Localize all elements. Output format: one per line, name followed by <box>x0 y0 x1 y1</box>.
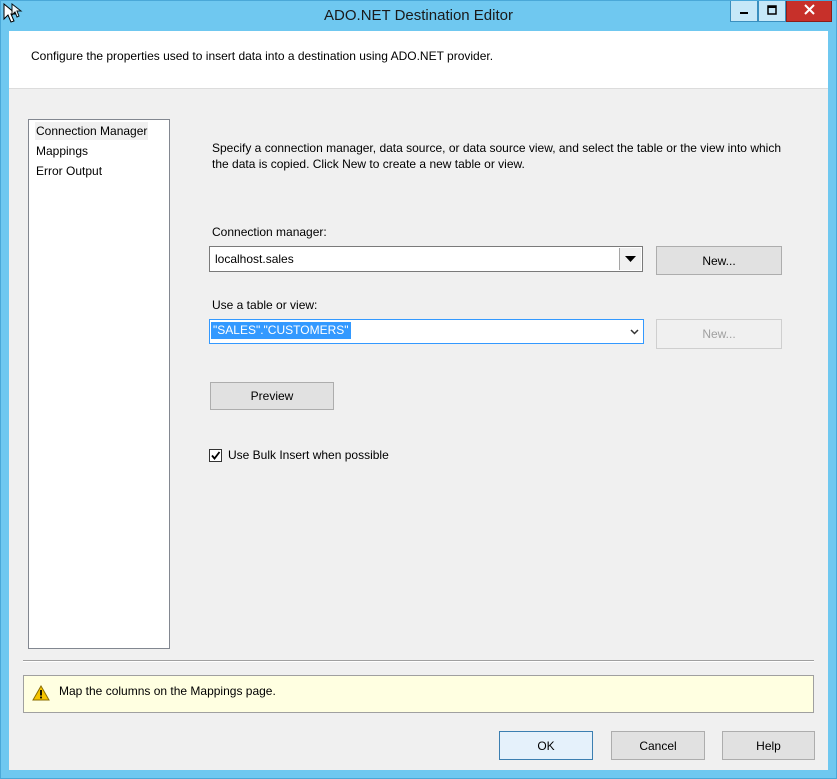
nav-item-error-output[interactable]: Error Output <box>35 162 103 180</box>
cancel-button[interactable]: Cancel <box>611 731 705 760</box>
dialog-client-area: Configure the properties used to insert … <box>9 31 828 770</box>
dialog-header: Configure the properties used to insert … <box>9 31 828 89</box>
table-or-view-value: "SALES"."CUSTOMERS" <box>211 322 351 339</box>
chevron-down-icon[interactable] <box>628 320 640 343</box>
status-message-bar: Map the columns on the Mappings page. <box>23 675 814 713</box>
minimize-button[interactable] <box>730 1 758 22</box>
help-button[interactable]: Help <box>722 731 815 760</box>
page-nav-list: Connection Manager Mappings Error Output <box>28 119 170 649</box>
minimize-icon <box>739 4 749 18</box>
new-connection-button[interactable]: New... <box>656 246 782 275</box>
header-description: Configure the properties used to insert … <box>31 49 494 63</box>
ok-button[interactable]: OK <box>499 731 593 760</box>
close-button[interactable] <box>786 1 832 22</box>
new-table-button[interactable]: New... <box>656 319 782 349</box>
nav-item-mappings[interactable]: Mappings <box>35 142 89 160</box>
dialog-window: ADO.NET Destination Editor Configure the… <box>0 0 837 779</box>
warning-icon <box>32 684 50 704</box>
bulk-insert-checkbox[interactable] <box>209 448 222 462</box>
preview-button[interactable]: Preview <box>210 382 334 410</box>
connection-manager-value: localhost.sales <box>215 252 294 266</box>
status-message: Map the columns on the Mappings page. <box>59 684 276 698</box>
instruction-text: Specify a connection manager, data sourc… <box>212 141 781 171</box>
footer-separator <box>23 660 814 662</box>
table-or-view-label: Use a table or view: <box>212 298 318 312</box>
dropdown-arrow-icon[interactable] <box>619 248 641 270</box>
table-or-view-dropdown[interactable]: "SALES"."CUSTOMERS" <box>209 319 644 344</box>
connection-manager-label: Connection manager: <box>212 225 327 239</box>
close-icon <box>803 4 815 18</box>
nav-item-connection-manager[interactable]: Connection Manager <box>35 122 149 140</box>
window-title: ADO.NET Destination Editor <box>324 7 513 24</box>
bulk-insert-option[interactable]: Use Bulk Insert when possible <box>209 448 389 462</box>
bulk-insert-label: Use Bulk Insert when possible <box>228 448 389 462</box>
title-bar[interactable]: ADO.NET Destination Editor <box>1 1 836 31</box>
connection-manager-dropdown[interactable]: localhost.sales <box>209 246 643 272</box>
maximize-button[interactable] <box>758 1 786 22</box>
maximize-icon <box>767 4 777 18</box>
